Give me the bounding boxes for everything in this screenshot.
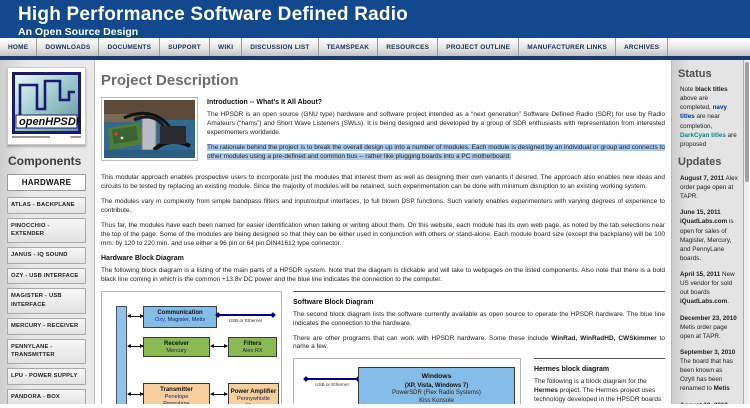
update-item-jun-15-2011: June 15, 2011 iQuadLabs.com is open for …	[680, 208, 738, 263]
diagram-box-windows[interactable]: Windows (XP, Vista, Windows 7) PowerSDR …	[358, 367, 515, 404]
sidebar-category-hardware[interactable]: HARDWARE	[7, 174, 86, 191]
svg-text:openHPSDR: openHPSDR	[19, 116, 81, 128]
main-content: Project Description	[95, 60, 671, 404]
software-sub-row: USB or Ethernet Windows (XP, Vista, Wind…	[293, 358, 665, 404]
site-subtitle: An Open Source Design	[18, 26, 750, 38]
software-block-diagram[interactable]: USB or Ethernet Windows (XP, Vista, Wind…	[293, 358, 521, 404]
windows-line2: (XP, Vista, Windows 7)	[359, 382, 514, 390]
update-item-aug-10-2010: August 10, 2010 Hermes PC interface was …	[680, 401, 738, 405]
communication-title: Communication	[144, 309, 216, 317]
components-heading: Components	[8, 154, 86, 168]
update-item-dec-23-2010: December 23, 2010 Metis order page open …	[680, 314, 738, 341]
arrow-bus-receiver	[128, 346, 143, 347]
paragraph-module-naming: Thus far, the modules have each been nam…	[101, 222, 665, 249]
openhpsdr-logo-icon: openHPSDR	[12, 72, 81, 134]
right-sidebar: Status Note black titles above are compl…	[671, 60, 743, 404]
update-item-apr-15-2011: April 15, 2011 New US vendor for sold ou…	[680, 270, 738, 307]
software-diagram-heading: Software Block Diagram	[293, 299, 665, 306]
status-heading: Status	[678, 68, 738, 80]
nav-item-wiki[interactable]: WIKI	[210, 38, 242, 56]
page: High Performance Software Defined Radio …	[0, 0, 750, 408]
vertical-scrollbar[interactable]	[743, 60, 749, 404]
sidebar-item-lpu[interactable]: LPU - POWER SUPPLY	[7, 368, 86, 385]
arrow-bus-transmitter	[128, 394, 143, 395]
usb-ethernet-label: USB or Ethernet	[218, 318, 273, 323]
arrow-receiver-filters	[211, 346, 227, 347]
hermes-section: Hermes block diagram The following is a …	[534, 358, 665, 404]
hardware-block-diagram[interactable]: Communication Ozy, Magister, Metis USB o…	[101, 291, 282, 404]
sidebar-item-ozy[interactable]: OZY - USB INTERFACE	[7, 268, 86, 285]
software-paragraph-1: The second block diagram lists the softw…	[293, 311, 665, 329]
updates-heading: Updates	[678, 156, 738, 168]
hardware-photo[interactable]	[101, 97, 198, 161]
status-note: Note black titles above are completed, n…	[680, 85, 738, 149]
nav-item-manufacturer-links[interactable]: MANUFACTURER LINKS	[519, 38, 616, 56]
page-title: Project Description	[101, 72, 665, 89]
openhpsdr-logo[interactable]: openHPSDR	[7, 67, 86, 145]
nav-item-teamspeak[interactable]: TEAMSPEAK	[319, 38, 379, 56]
scrollbar-thumb[interactable]	[745, 62, 749, 182]
sidebar-item-pandora[interactable]: PANDORA - BOX	[7, 389, 86, 404]
filters-sub: Alex RX	[229, 348, 276, 355]
paragraph-modules-vary: The modules vary in complexity from simp…	[101, 198, 665, 216]
transmitter-title: Transmitter	[144, 386, 209, 394]
diagram-box-filters[interactable]: Filters Alex RX	[228, 337, 277, 357]
transmitter-sub1: Penelope	[144, 394, 209, 401]
nav-item-discussion-list[interactable]: DISCUSSION LIST	[242, 38, 318, 56]
sidebar-item-pinocchio[interactable]: PINOCCHIO - EXTENDER	[7, 218, 86, 243]
diagram-box-transmitter[interactable]: Transmitter Penelope Pennylane	[143, 383, 210, 404]
nav-item-project-outline[interactable]: PROJECT OUTLINE	[438, 38, 519, 56]
diagram-box-communication[interactable]: Communication Ozy, Magister, Metis	[143, 306, 217, 328]
top-nav: HOME DOWNLOADS DOCUMENTS SUPPORT WIKI DI…	[0, 38, 750, 60]
windows-title: Windows	[359, 372, 514, 381]
update-item-sep-3-2010: September 3, 2010 The board that has bee…	[680, 348, 738, 394]
sw-usb-ethernet-line	[306, 378, 358, 380]
nav-item-documents[interactable]: DOCUMENTS	[99, 38, 160, 56]
transmitter-sub2: Pennylane	[144, 401, 209, 404]
communication-sub: Ozy, Magister, Metis	[144, 317, 216, 324]
paragraph-modular-approach: This modular approach enables prospectiv…	[101, 174, 665, 192]
nav-item-downloads[interactable]: DOWNLOADS	[37, 38, 99, 56]
sidebar-item-pennylane[interactable]: PENNYLANE - TRANSMITTER	[7, 339, 86, 364]
logo-fineprint	[12, 136, 81, 138]
amplifier-sub1: Pennywhistle	[229, 396, 278, 403]
hardware-diagram-intro: The following block diagram is a listing…	[101, 267, 665, 285]
sidebar-item-mercury[interactable]: MERCURY - RECEIVER	[7, 318, 86, 335]
nav-item-support[interactable]: SUPPORT	[160, 38, 210, 56]
nav-item-archives[interactable]: ARCHIVES	[616, 38, 668, 56]
sidebar-item-janus[interactable]: JANUS - IQ SOUND	[7, 247, 86, 264]
amplifier-sub2: Munin	[229, 403, 278, 404]
intro-block: Introduction -- What's It All About? The…	[101, 97, 665, 168]
receiver-sub: Mercury	[144, 348, 209, 355]
sidebar-item-magister[interactable]: MAGISTER - USB INTERFACE	[7, 288, 86, 313]
left-sidebar: openHPSDR Components HARDWARE ATLAS - BA…	[0, 60, 95, 404]
diagram-bus-atlas[interactable]	[116, 306, 127, 404]
windows-line4: Kiss Konsole	[359, 398, 514, 405]
diagram-box-amplifier[interactable]: Power Amplifier Pennywhistle Munin	[228, 383, 279, 404]
hardware-photo-image	[104, 100, 195, 158]
hermes-heading: Hermes block diagram	[534, 366, 665, 373]
nav-item-resources[interactable]: RESOURCES	[378, 38, 438, 56]
arrow-bus-communication	[128, 316, 143, 317]
sw-usb-ethernet-label: USB or Ethernet	[306, 382, 358, 387]
content-row: openHPSDR Components HARDWARE ATLAS - BA…	[0, 60, 750, 404]
bottom-row: Communication Ozy, Magister, Metis USB o…	[101, 291, 665, 404]
masthead: High Performance Software Defined Radio …	[0, 0, 750, 38]
diagram-box-receiver[interactable]: Receiver Mercury	[143, 337, 210, 357]
usb-ethernet-line	[218, 314, 273, 316]
update-item-aug-7-2011: August 7, 2011 Alex order page open at T…	[680, 174, 738, 201]
sidebar-item-atlas[interactable]: ATLAS - BACKPLANE	[7, 197, 86, 214]
amplifier-title: Power Amplifier	[229, 388, 278, 396]
site-title: High Performance Software Defined Radio	[18, 4, 750, 26]
software-section: Software Block Diagram The second block …	[293, 291, 665, 404]
filters-title: Filters	[229, 340, 276, 348]
nav-item-home[interactable]: HOME	[0, 38, 37, 56]
selected-text: The rationale behind the project is to b…	[207, 144, 665, 160]
software-paragraph-2: There are other programs that can work w…	[293, 335, 665, 353]
windows-line3: PowerSDR (Flex Radio Systems)	[359, 390, 514, 398]
hermes-paragraph: The following is a block diagram for the…	[534, 378, 665, 404]
receiver-title: Receiver	[144, 340, 209, 348]
hardware-diagram-heading: Hardware Block Diagram	[101, 255, 665, 262]
arrow-transmitter-amplifier	[211, 394, 227, 395]
